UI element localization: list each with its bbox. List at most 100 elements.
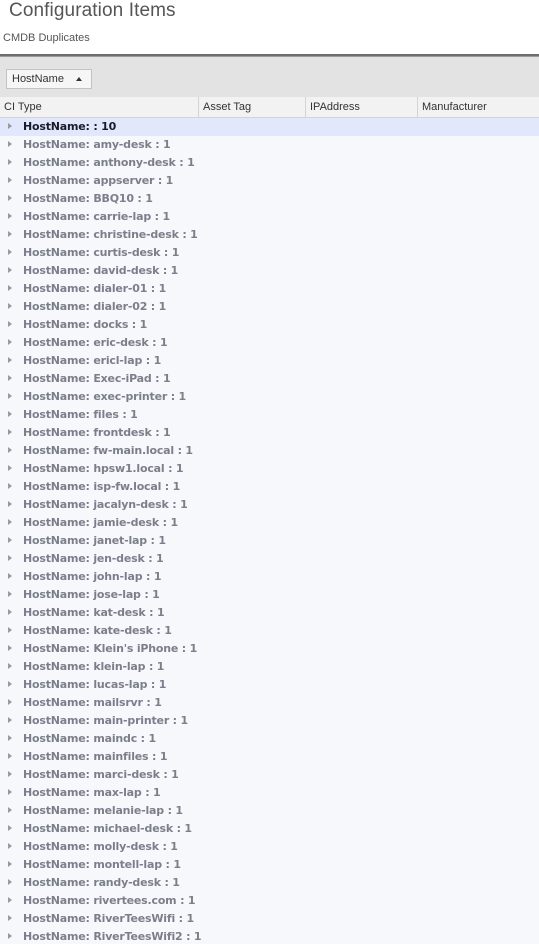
group-row[interactable]: HostName: hpsw1.local : 1 <box>0 460 539 478</box>
expand-arrow-icon[interactable] <box>8 645 12 651</box>
expand-arrow-icon[interactable] <box>8 123 12 129</box>
expand-arrow-icon[interactable] <box>8 627 12 633</box>
expand-arrow-icon[interactable] <box>8 357 12 363</box>
group-row[interactable]: HostName: rivertees.com : 1 <box>0 892 539 910</box>
expand-arrow-icon[interactable] <box>8 141 12 147</box>
group-row[interactable]: HostName: Klein's iPhone : 1 <box>0 640 539 658</box>
group-row[interactable]: HostName: lucas-lap : 1 <box>0 676 539 694</box>
expand-arrow-icon[interactable] <box>8 429 12 435</box>
expand-arrow-icon[interactable] <box>8 843 12 849</box>
expand-arrow-icon[interactable] <box>8 861 12 867</box>
expand-arrow-icon[interactable] <box>8 483 12 489</box>
expand-arrow-icon[interactable] <box>8 555 12 561</box>
group-row[interactable]: HostName: docks : 1 <box>0 316 539 334</box>
group-row[interactable]: HostName: ericl-lap : 1 <box>0 352 539 370</box>
expand-arrow-icon[interactable] <box>8 213 12 219</box>
expand-arrow-icon[interactable] <box>8 285 12 291</box>
group-row[interactable]: HostName: maindc : 1 <box>0 730 539 748</box>
group-row[interactable]: HostName: : 10 <box>0 118 539 136</box>
group-row[interactable]: HostName: Exec-iPad : 1 <box>0 370 539 388</box>
group-row[interactable]: HostName: kate-desk : 1 <box>0 622 539 640</box>
expand-arrow-icon[interactable] <box>8 393 12 399</box>
group-row[interactable]: HostName: randy-desk : 1 <box>0 874 539 892</box>
group-row[interactable]: HostName: janet-lap : 1 <box>0 532 539 550</box>
group-row[interactable]: HostName: dialer-01 : 1 <box>0 280 539 298</box>
group-row[interactable]: HostName: jacalyn-desk : 1 <box>0 496 539 514</box>
group-row[interactable]: HostName: david-desk : 1 <box>0 262 539 280</box>
expand-arrow-icon[interactable] <box>8 663 12 669</box>
group-row[interactable]: HostName: frontdesk : 1 <box>0 424 539 442</box>
group-row[interactable]: HostName: BBQ10 : 1 <box>0 190 539 208</box>
column-header-manufacturer[interactable]: Manufacturer <box>418 97 539 117</box>
group-row[interactable]: HostName: fw-main.local : 1 <box>0 442 539 460</box>
expand-arrow-icon[interactable] <box>8 501 12 507</box>
expand-arrow-icon[interactable] <box>8 303 12 309</box>
group-row[interactable]: HostName: curtis-desk : 1 <box>0 244 539 262</box>
group-row[interactable]: HostName: klein-lap : 1 <box>0 658 539 676</box>
expand-arrow-icon[interactable] <box>8 591 12 597</box>
expand-arrow-icon[interactable] <box>8 807 12 813</box>
group-row[interactable]: HostName: RiverTeesWifi2 : 1 <box>0 928 539 944</box>
expand-arrow-icon[interactable] <box>8 717 12 723</box>
group-row[interactable]: HostName: melanie-lap : 1 <box>0 802 539 820</box>
group-row[interactable]: HostName: christine-desk : 1 <box>0 226 539 244</box>
expand-arrow-icon[interactable] <box>8 699 12 705</box>
expand-arrow-icon[interactable] <box>8 411 12 417</box>
expand-arrow-icon[interactable] <box>8 879 12 885</box>
group-row[interactable]: HostName: montell-lap : 1 <box>0 856 539 874</box>
expand-arrow-icon[interactable] <box>8 681 12 687</box>
expand-arrow-icon[interactable] <box>8 537 12 543</box>
expand-arrow-icon[interactable] <box>8 735 12 741</box>
group-row[interactable]: HostName: mainfiles : 1 <box>0 748 539 766</box>
group-row[interactable]: HostName: exec-printer : 1 <box>0 388 539 406</box>
group-row[interactable]: HostName: anthony-desk : 1 <box>0 154 539 172</box>
expand-arrow-icon[interactable] <box>8 933 12 939</box>
expand-arrow-icon[interactable] <box>8 321 12 327</box>
expand-arrow-icon[interactable] <box>8 465 12 471</box>
expand-arrow-icon[interactable] <box>8 753 12 759</box>
group-row[interactable]: HostName: kat-desk : 1 <box>0 604 539 622</box>
expand-arrow-icon[interactable] <box>8 231 12 237</box>
group-row[interactable]: HostName: john-lap : 1 <box>0 568 539 586</box>
group-row[interactable]: HostName: dialer-02 : 1 <box>0 298 539 316</box>
group-row[interactable]: HostName: main-printer : 1 <box>0 712 539 730</box>
column-header-ci-type[interactable]: CI Type <box>0 97 199 117</box>
expand-arrow-icon[interactable] <box>8 249 12 255</box>
group-row[interactable]: HostName: jose-lap : 1 <box>0 586 539 604</box>
group-by-label: HostName <box>12 73 64 85</box>
expand-arrow-icon[interactable] <box>8 177 12 183</box>
group-row[interactable]: HostName: RiverTeesWifi : 1 <box>0 910 539 928</box>
group-row[interactable]: HostName: carrie-lap : 1 <box>0 208 539 226</box>
expand-arrow-icon[interactable] <box>8 447 12 453</box>
group-row[interactable]: HostName: isp-fw.local : 1 <box>0 478 539 496</box>
expand-arrow-icon[interactable] <box>8 519 12 525</box>
group-row[interactable]: HostName: molly-desk : 1 <box>0 838 539 856</box>
expand-arrow-icon[interactable] <box>8 375 12 381</box>
expand-arrow-icon[interactable] <box>8 915 12 921</box>
expand-arrow-icon[interactable] <box>8 609 12 615</box>
group-row[interactable]: HostName: max-lap : 1 <box>0 784 539 802</box>
column-header-ipaddress[interactable]: IPAddress <box>306 97 418 117</box>
group-row[interactable]: HostName: michael-desk : 1 <box>0 820 539 838</box>
group-row[interactable]: HostName: marci-desk : 1 <box>0 766 539 784</box>
expand-arrow-icon[interactable] <box>8 789 12 795</box>
expand-arrow-icon[interactable] <box>8 195 12 201</box>
group-row[interactable]: HostName: files : 1 <box>0 406 539 424</box>
group-by-hostname-chip[interactable]: HostName <box>6 69 92 89</box>
group-row[interactable]: HostName: jamie-desk : 1 <box>0 514 539 532</box>
expand-arrow-icon[interactable] <box>8 771 12 777</box>
column-header-asset-tag[interactable]: Asset Tag <box>199 97 306 117</box>
expand-arrow-icon[interactable] <box>8 339 12 345</box>
group-row-label: HostName: rivertees.com : 1 <box>23 894 196 907</box>
sort-ascending-icon[interactable] <box>76 77 82 81</box>
expand-arrow-icon[interactable] <box>8 897 12 903</box>
group-row[interactable]: HostName: mailsrvr : 1 <box>0 694 539 712</box>
expand-arrow-icon[interactable] <box>8 825 12 831</box>
expand-arrow-icon[interactable] <box>8 159 12 165</box>
group-row[interactable]: HostName: jen-desk : 1 <box>0 550 539 568</box>
expand-arrow-icon[interactable] <box>8 573 12 579</box>
group-row[interactable]: HostName: eric-desk : 1 <box>0 334 539 352</box>
group-row[interactable]: HostName: amy-desk : 1 <box>0 136 539 154</box>
group-row[interactable]: HostName: appserver : 1 <box>0 172 539 190</box>
expand-arrow-icon[interactable] <box>8 267 12 273</box>
